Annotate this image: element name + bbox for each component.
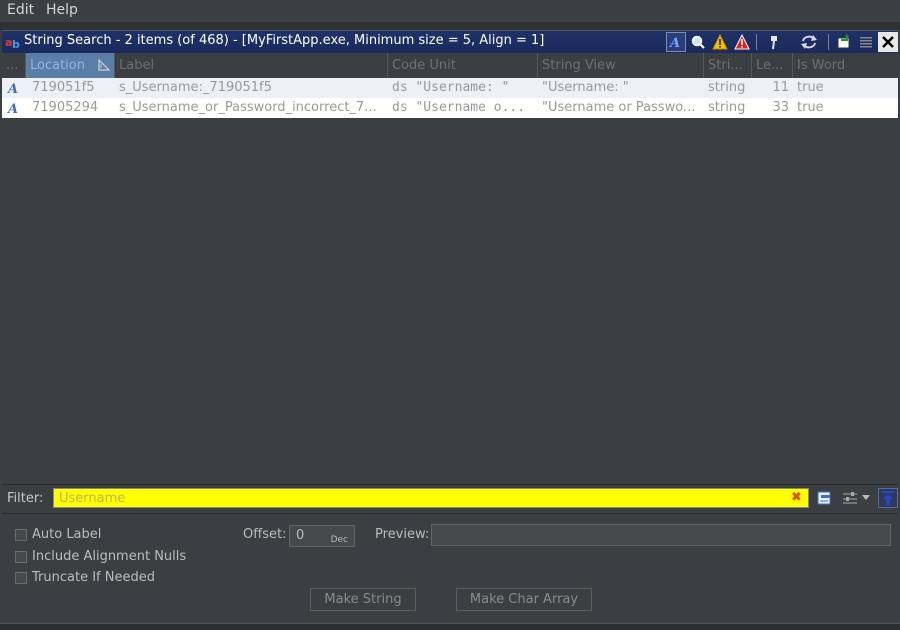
clear-filter-icon[interactable]: ✖ bbox=[791, 490, 802, 505]
cell-code-unit: ds "Username o... bbox=[392, 100, 526, 115]
cell-is-word: true bbox=[797, 100, 824, 115]
sort-ascending-icon bbox=[98, 59, 110, 71]
cell-location: 71905294 bbox=[32, 100, 99, 115]
string-table[interactable]: ... Location Label Code Unit String View… bbox=[2, 53, 898, 481]
include-alignment-nulls-label: Include Alignment Nulls bbox=[32, 549, 187, 564]
svg-text:A: A bbox=[7, 102, 18, 115]
svg-text:A: A bbox=[669, 36, 680, 49]
menu-icon[interactable] bbox=[856, 32, 876, 52]
search-icon[interactable] bbox=[688, 32, 708, 52]
offset-value: 0 bbox=[296, 528, 305, 543]
offset-field[interactable]: 0 Dec bbox=[289, 525, 355, 547]
window-title: String Search - 2 items (of 468) - [MyFi… bbox=[24, 33, 545, 48]
menu-edit[interactable]: Edit bbox=[7, 2, 34, 18]
pin-filter-icon[interactable] bbox=[878, 488, 898, 508]
include-alignment-nulls-checkbox[interactable] bbox=[15, 551, 27, 563]
table-row[interactable]: A 719051f5 s_Username:_719051f5 ds "User… bbox=[2, 78, 898, 98]
defined-strings-filter-icon[interactable]: A bbox=[666, 32, 686, 52]
col-header-location-label: Location bbox=[30, 58, 85, 73]
pin-icon[interactable] bbox=[764, 32, 784, 52]
col-header-icon[interactable]: ... bbox=[2, 53, 26, 78]
warning-icon[interactable] bbox=[710, 32, 730, 52]
table-row[interactable]: A 71905294 s_Username_or_Password_incorr… bbox=[2, 98, 898, 118]
separator bbox=[0, 22, 900, 30]
make-char-array-button[interactable]: Make Char Array bbox=[456, 588, 592, 611]
auto-label-checkbox[interactable] bbox=[15, 529, 27, 541]
refresh-icon[interactable] bbox=[799, 32, 819, 52]
svg-text:b: b bbox=[12, 38, 20, 50]
cell-location: 719051f5 bbox=[32, 80, 95, 95]
col-header-string-type[interactable]: Stri... bbox=[704, 53, 752, 78]
cell-label: s_Username_or_Password_incorrect_7... bbox=[119, 100, 377, 115]
truncate-if-needed-checkbox[interactable] bbox=[15, 572, 27, 584]
offset-label: Offset: bbox=[243, 527, 287, 542]
menu-help[interactable]: Help bbox=[46, 2, 78, 18]
cell-length: 11 bbox=[772, 80, 789, 95]
make-string-button[interactable]: Make String bbox=[310, 588, 416, 611]
col-header-code-unit[interactable]: Code Unit bbox=[388, 53, 538, 78]
toolbar-separator bbox=[828, 34, 829, 50]
cell-string-type: string bbox=[708, 100, 746, 115]
cell-string-view: "Username: " bbox=[542, 80, 629, 95]
col-header-location[interactable]: Location bbox=[26, 53, 115, 78]
export-icon[interactable] bbox=[834, 32, 854, 52]
col-header-is-word[interactable]: Is Word bbox=[793, 53, 898, 78]
filter-options-icon[interactable] bbox=[815, 488, 835, 508]
string-icon: A bbox=[7, 82, 18, 95]
filter-label: Filter: bbox=[7, 491, 44, 506]
cell-is-word: true bbox=[797, 80, 824, 95]
cell-label: s_Username:_719051f5 bbox=[119, 80, 272, 95]
string-icon: A bbox=[7, 102, 18, 115]
svg-text:A: A bbox=[7, 82, 18, 95]
filter-bar: Filter: ✖ bbox=[2, 484, 898, 513]
cell-string-type: string bbox=[708, 80, 746, 95]
filter-input[interactable] bbox=[53, 488, 809, 508]
cell-code-unit: ds "Username: " bbox=[392, 80, 510, 95]
preview-field[interactable] bbox=[431, 524, 891, 546]
col-header-label[interactable]: Label bbox=[115, 53, 388, 78]
close-icon[interactable] bbox=[878, 32, 898, 52]
truncate-if-needed-label: Truncate If Needed bbox=[32, 570, 155, 585]
filter-settings-icon[interactable] bbox=[840, 488, 860, 508]
chevron-down-icon[interactable] bbox=[860, 488, 872, 508]
toolbar-separator bbox=[756, 34, 757, 50]
col-header-length[interactable]: Le... bbox=[752, 53, 793, 78]
cell-length: 33 bbox=[772, 100, 789, 115]
auto-label-label: Auto Label bbox=[32, 527, 102, 542]
preview-label: Preview: bbox=[375, 527, 430, 542]
table-header: ... Location Label Code Unit String View… bbox=[2, 53, 898, 79]
cell-string-view: "Username or Passwo... bbox=[542, 100, 696, 115]
col-header-string-view[interactable]: String View bbox=[538, 53, 704, 78]
string-search-icon: a b bbox=[5, 36, 20, 50]
offset-unit: Dec bbox=[330, 535, 348, 545]
error-icon[interactable] bbox=[732, 32, 752, 52]
options-panel: Auto Label Include Alignment Nulls Trunc… bbox=[2, 513, 898, 624]
menu-bar: Edit Help bbox=[0, 0, 900, 22]
window-title-bar: a b String Search - 2 items (of 468) - [… bbox=[2, 30, 898, 53]
